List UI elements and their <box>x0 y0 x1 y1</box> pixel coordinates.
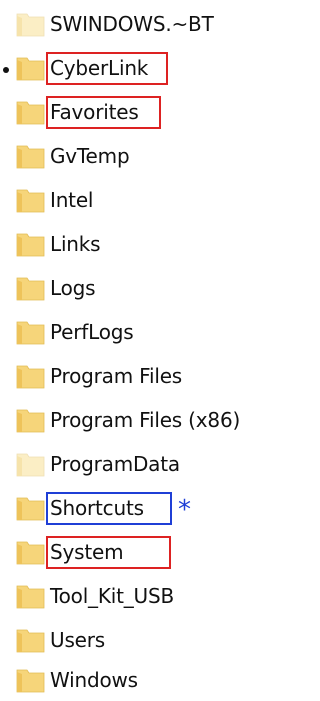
folder-icon <box>16 362 48 390</box>
folder-icon <box>16 54 48 82</box>
folder-label: System <box>50 540 124 564</box>
folder-icon <box>16 274 48 302</box>
folder-row-perflogs[interactable]: PerfLogs <box>0 312 275 352</box>
folder-row-logs[interactable]: Logs <box>0 268 275 308</box>
folder-icon <box>16 450 48 478</box>
folder-label: Program Files <box>50 364 183 388</box>
folder-row-programdata[interactable]: ProgramData <box>0 444 275 484</box>
folder-row-program-files-x86[interactable]: Program Files (x86) <box>0 400 275 440</box>
folder-icon <box>16 406 48 434</box>
star-icon: * <box>178 495 191 525</box>
folder-label: Logs <box>50 276 96 300</box>
folder-icon <box>16 230 48 258</box>
folder-row-favorites[interactable]: Favorites <box>0 92 275 132</box>
folder-label: ProgramData <box>50 452 180 476</box>
folder-icon <box>16 142 48 170</box>
folder-list: SWINDOWS.~BT CyberLink Favorites GvTemp … <box>0 0 275 701</box>
folder-row-cyberlink[interactable]: CyberLink <box>0 48 275 88</box>
folder-icon <box>16 318 48 346</box>
folder-icon <box>16 186 48 214</box>
folder-label: SWINDOWS.~BT <box>50 12 214 36</box>
folder-row-gvtemp[interactable]: GvTemp <box>0 136 275 176</box>
folder-row-shortcuts[interactable]: Shortcuts * <box>0 488 275 528</box>
folder-icon <box>16 666 48 694</box>
folder-label: Favorites <box>50 100 139 124</box>
folder-label: CyberLink <box>50 56 149 80</box>
folder-label: GvTemp <box>50 144 130 168</box>
folder-icon <box>16 98 48 126</box>
folder-icon <box>16 582 48 610</box>
folder-row-system[interactable]: System <box>0 532 275 572</box>
folder-label: Users <box>50 628 106 652</box>
folder-row-tool-kit-usb[interactable]: Tool_Kit_USB <box>0 576 275 616</box>
folder-label: Windows <box>50 668 138 692</box>
folder-icon <box>16 494 48 522</box>
folder-row-intel[interactable]: Intel <box>0 180 275 220</box>
folder-label: Intel <box>50 188 94 212</box>
folder-label: Program Files (x86) <box>50 408 241 432</box>
folder-row-links[interactable]: Links <box>0 224 275 264</box>
folder-icon <box>16 538 48 566</box>
folder-icon <box>16 626 48 654</box>
bullet-dot <box>3 67 9 73</box>
folder-label: Tool_Kit_USB <box>50 584 175 608</box>
folder-row-program-files[interactable]: Program Files <box>0 356 275 396</box>
folder-row-users[interactable]: Users <box>0 620 275 660</box>
folder-row-windows[interactable]: Windows <box>0 660 275 700</box>
folder-label: Links <box>50 232 101 256</box>
folder-icon <box>16 10 48 38</box>
folder-label: Shortcuts <box>50 496 144 520</box>
folder-label: PerfLogs <box>50 320 134 344</box>
folder-row-swindows-bt[interactable]: SWINDOWS.~BT <box>0 4 275 44</box>
